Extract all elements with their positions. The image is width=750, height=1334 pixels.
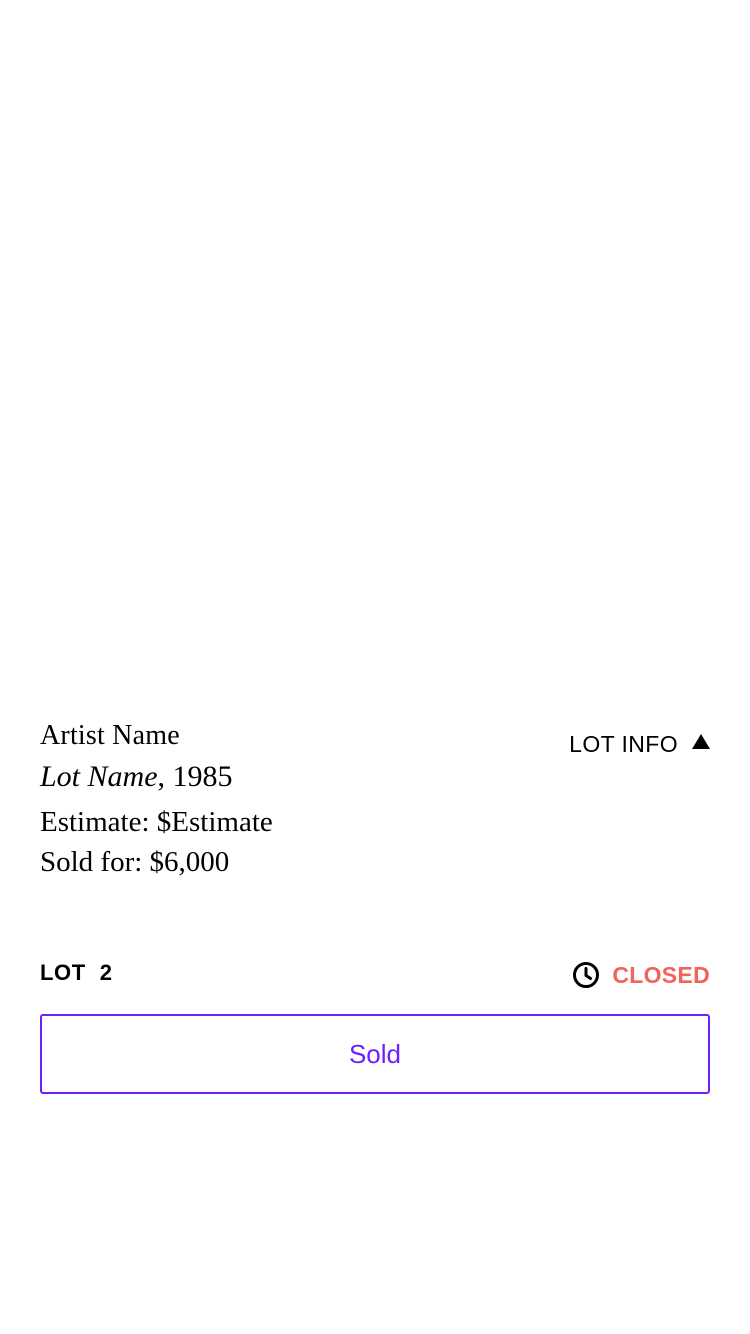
artwork-image-area [0, 0, 750, 690]
status-row: CLOSED [572, 961, 710, 989]
lot-number: 2 [99, 960, 113, 985]
triangle-up-icon [692, 733, 710, 749]
sold-for-text: Sold for: $6,000 [40, 846, 230, 878]
lot-year: , 1985 [157, 760, 233, 793]
clock-icon [573, 962, 600, 988]
lot-number-row: LOT 2 [40, 960, 112, 986]
lot-details: Artist Name Lot Name, 1985 Estimate: $Es… [40, 716, 540, 882]
lot-info-toggle[interactable]: LOT INFO [569, 726, 710, 762]
lot-label: LOT [40, 960, 86, 985]
estimate-text: Estimate: $Estimate [40, 806, 273, 838]
lot-info-label: LOT INFO [569, 731, 678, 757]
lot-name: Lot Name [40, 760, 158, 793]
status-text: CLOSED [612, 961, 710, 988]
lot-title: Lot Name, 1985 [40, 756, 540, 798]
artist-name: Artist Name [40, 720, 180, 751]
sold-button[interactable]: Sold [40, 1014, 710, 1094]
